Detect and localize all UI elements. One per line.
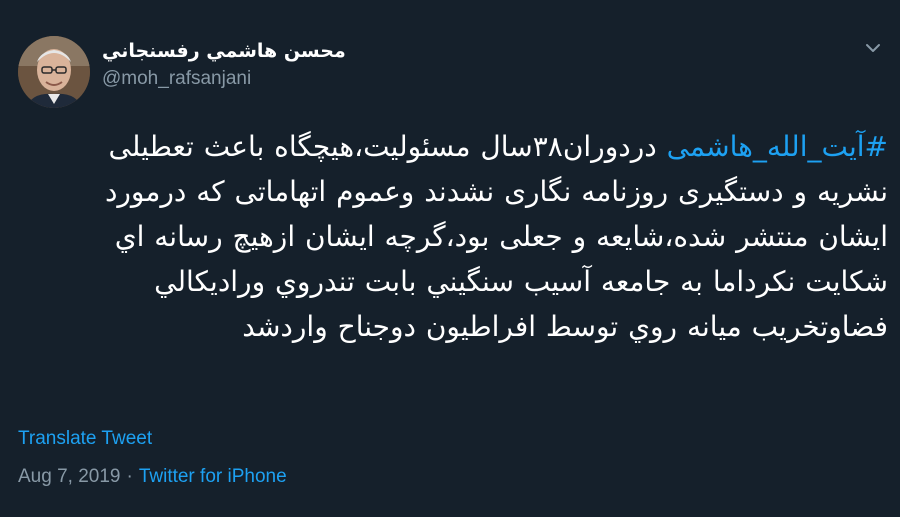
tweet-text: #آیت_الله_هاشمی دردوران۳۸سال مسئولیت،هیچ… bbox=[30, 124, 888, 349]
chevron-down-icon bbox=[866, 44, 880, 52]
tweet-meta: Aug 7, 2019 · Twitter for iPhone bbox=[18, 466, 287, 488]
avatar[interactable] bbox=[18, 36, 90, 108]
hashtag-link[interactable]: #آیت_الله_هاشمی bbox=[667, 130, 888, 163]
tweet-menu-button[interactable] bbox=[861, 36, 885, 60]
tweet-container: محسن هاشمي رفسنجاني @moh_rafsanjani #آیت… bbox=[0, 0, 900, 517]
author-handle[interactable]: @moh_rafsanjani bbox=[102, 68, 251, 90]
translate-tweet-link[interactable]: Translate Tweet bbox=[18, 428, 152, 450]
tweet-source-link[interactable]: Twitter for iPhone bbox=[139, 466, 287, 487]
meta-separator: · bbox=[126, 466, 133, 487]
author-display-name[interactable]: محسن هاشمي رفسنجاني bbox=[102, 40, 346, 62]
avatar-image bbox=[18, 36, 90, 108]
tweet-date[interactable]: Aug 7, 2019 bbox=[18, 466, 120, 487]
